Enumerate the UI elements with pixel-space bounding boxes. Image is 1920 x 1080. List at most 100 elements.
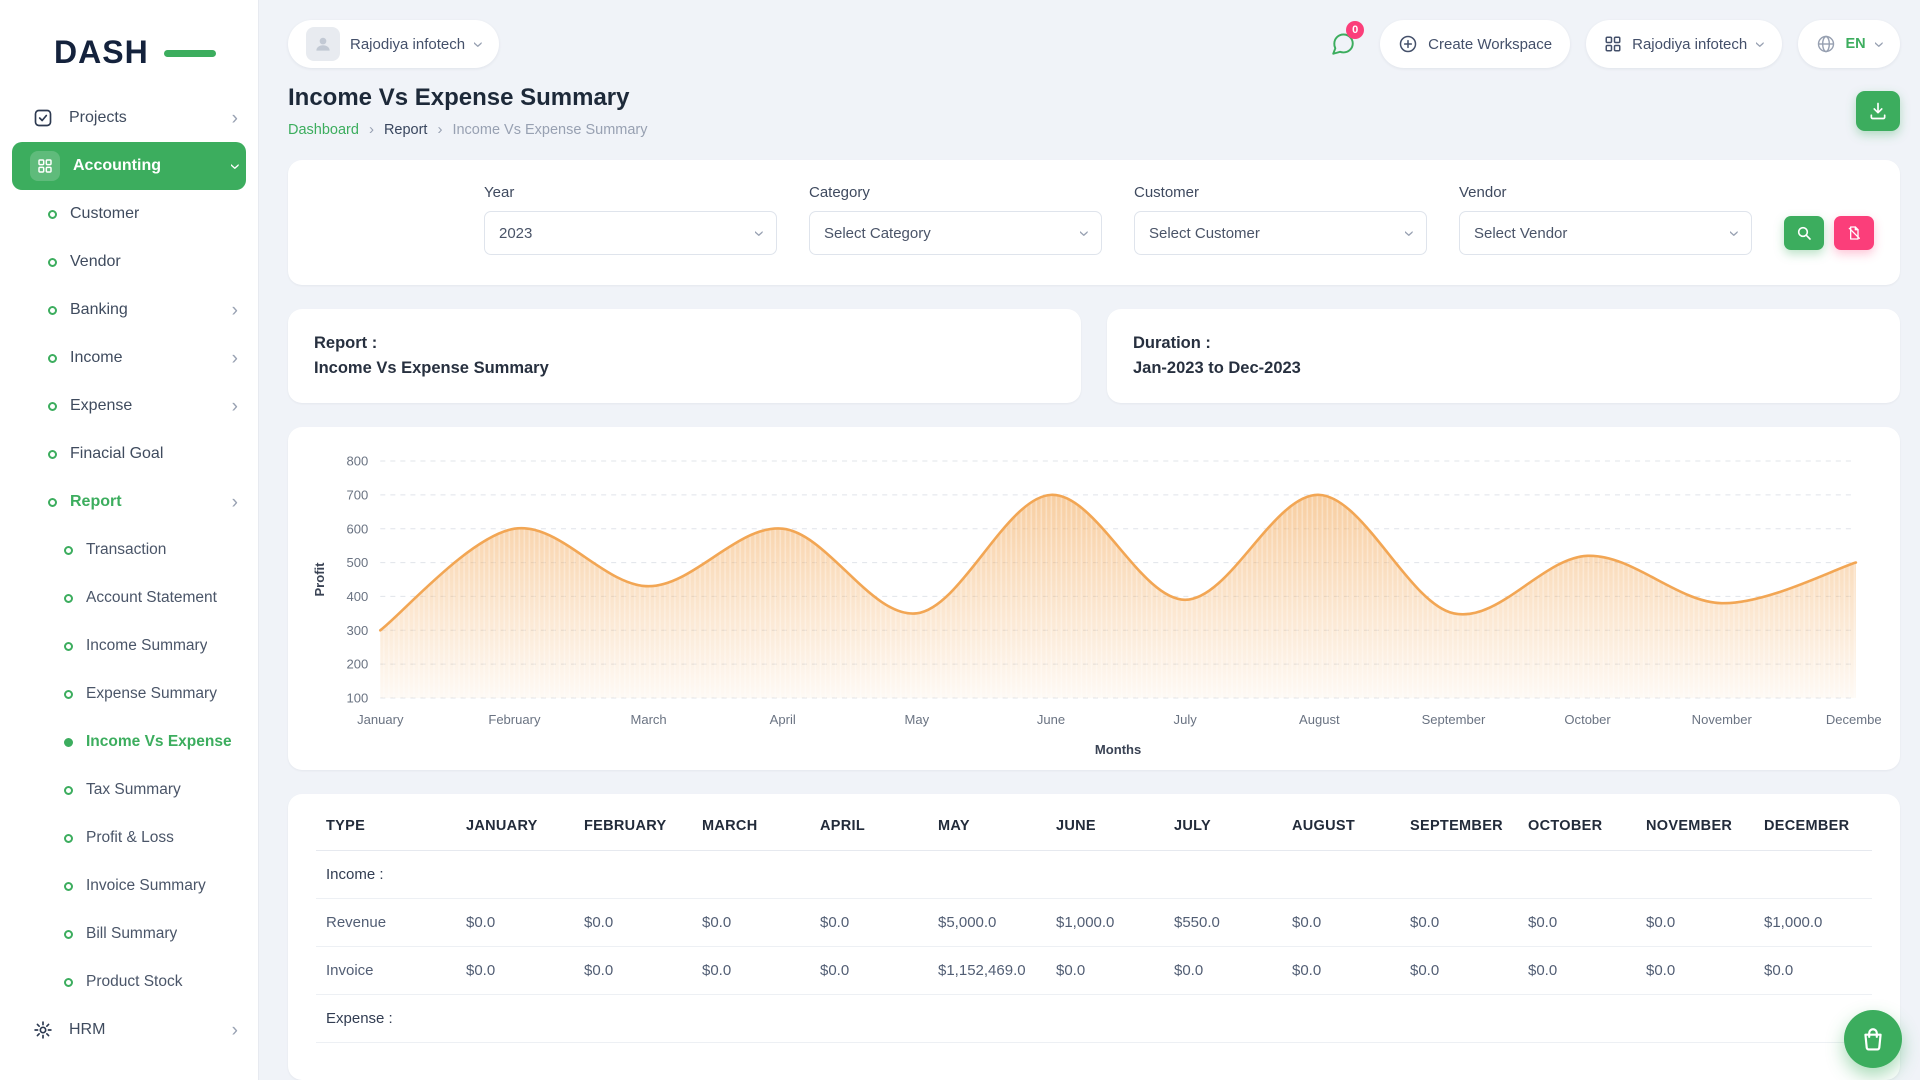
category-select[interactable]: Select Category › — [809, 211, 1102, 255]
column-header: FEBRUARY — [574, 800, 692, 851]
sidebar-item-income-summary[interactable]: Income Summary — [12, 622, 246, 670]
chevron-right-icon: › — [232, 397, 238, 416]
sidebar-item-label: Customer — [70, 205, 139, 223]
accounting-icon — [30, 151, 60, 181]
sidebar-item-banking[interactable]: Banking › — [12, 286, 246, 334]
sidebar-item-bill-summary[interactable]: Bill Summary — [12, 910, 246, 958]
filter-actions — [1784, 216, 1874, 250]
bullet-icon — [48, 354, 57, 363]
sidebar-item-label: Profit & Loss — [86, 829, 174, 847]
topbar: Rajodiya infotech › 0 Create Workspace R… — [288, 20, 1900, 68]
brand-dash-accent — [164, 50, 216, 57]
account-name: Rajodiya infotech — [1632, 36, 1747, 53]
sidebar-item-product-stock[interactable]: Product Stock — [12, 958, 246, 1006]
chevron-right-icon: › — [232, 109, 238, 128]
customer-filter: Customer Select Customer › — [1134, 184, 1427, 255]
chevron-down-icon: › — [1869, 41, 1888, 47]
vendor-select[interactable]: Select Vendor › — [1459, 211, 1752, 255]
column-header: MARCH — [692, 800, 810, 851]
chevron-right-icon: › — [232, 493, 238, 512]
svg-text:April: April — [770, 712, 796, 727]
sidebar-item-label: Income Summary — [86, 637, 207, 655]
sidebar-item-projects[interactable]: Projects › — [12, 94, 246, 142]
sidebar-item-customer[interactable]: Customer — [12, 190, 246, 238]
cell: $0.0 — [1282, 898, 1400, 946]
vendor-label: Vendor — [1459, 184, 1752, 201]
cell: $0.0 — [1518, 898, 1636, 946]
apply-filter-button[interactable] — [1784, 216, 1824, 250]
table-header-row: TYPE JANUARY FEBRUARY MARCH APRIL MAY JU… — [316, 800, 1872, 851]
messages-button[interactable]: 0 — [1322, 23, 1364, 65]
summary-cards-row: Report : Income Vs Expense Summary Durat… — [288, 309, 1900, 403]
svg-text:100: 100 — [346, 690, 368, 705]
floating-purchase-button[interactable] — [1844, 1010, 1902, 1068]
sidebar-item-expense-summary[interactable]: Expense Summary — [12, 670, 246, 718]
svg-text:July: July — [1174, 712, 1198, 727]
sidebar-item-accounting[interactable]: Accounting › — [12, 142, 246, 190]
cell: $550.0 — [1164, 898, 1282, 946]
sidebar-item-income-vs-expense[interactable]: Income Vs Expense — [12, 718, 246, 766]
column-header: OCTOBER — [1518, 800, 1636, 851]
chevron-right-icon: › — [232, 301, 238, 320]
svg-text:400: 400 — [346, 588, 368, 603]
vendor-select-value: Select Vendor — [1474, 225, 1567, 242]
customer-select-value: Select Customer — [1149, 225, 1260, 242]
year-select-value: 2023 — [499, 225, 532, 242]
breadcrumb-report[interactable]: Report — [384, 122, 428, 138]
cell: $0.0 — [810, 898, 928, 946]
reset-filter-button[interactable] — [1834, 216, 1874, 250]
chevron-right-icon: › — [369, 121, 374, 138]
section-label: Income : — [316, 850, 1872, 898]
sidebar-item-label: HRM — [69, 1021, 105, 1039]
cell: $0.0 — [1046, 946, 1164, 994]
income-expense-table-card: TYPE JANUARY FEBRUARY MARCH APRIL MAY JU… — [288, 794, 1900, 1080]
language-selector[interactable]: EN › — [1798, 20, 1900, 68]
sidebar-item-transaction[interactable]: Transaction — [12, 526, 246, 574]
sidebar-item-tax-summary[interactable]: Tax Summary — [12, 766, 246, 814]
svg-text:800: 800 — [346, 453, 368, 468]
sidebar-item-invoice-summary[interactable]: Invoice Summary — [12, 862, 246, 910]
row-label: Revenue — [316, 898, 456, 946]
breadcrumb-dashboard[interactable]: Dashboard — [288, 122, 359, 138]
duration-card-value: Jan-2023 to Dec-2023 — [1133, 356, 1874, 381]
sidebar-item-report[interactable]: Report › — [12, 478, 246, 526]
account-selector[interactable]: Rajodiya infotech › — [1586, 20, 1781, 68]
profit-chart-card: 100200300400500600700800JanuaryFebruaryM… — [288, 427, 1900, 770]
cell: $0.0 — [574, 946, 692, 994]
page-title: Income Vs Expense Summary — [288, 84, 648, 112]
sidebar-item-vendor[interactable]: Vendor — [12, 238, 246, 286]
sidebar-item-label: Finacial Goal — [70, 445, 163, 463]
bullet-icon — [64, 546, 73, 555]
sidebar-item-expense[interactable]: Expense › — [12, 382, 246, 430]
brand-logo[interactable]: DASH — [12, 10, 246, 94]
sidebar-item-account-statement[interactable]: Account Statement — [12, 574, 246, 622]
sidebar-item-hrm[interactable]: HRM › — [12, 1006, 246, 1054]
bullet-icon — [48, 306, 57, 315]
column-header: NOVEMBER — [1636, 800, 1754, 851]
globe-icon — [1816, 34, 1836, 54]
customer-select[interactable]: Select Customer › — [1134, 211, 1427, 255]
sidebar-item-label: Account Statement — [86, 589, 217, 607]
svg-text:November: November — [1692, 712, 1753, 727]
topbar-actions: 0 Create Workspace Rajodiya infotech › — [1322, 20, 1900, 68]
bullet-icon — [64, 882, 73, 891]
year-select[interactable]: 2023 › — [484, 211, 777, 255]
column-header: MAY — [928, 800, 1046, 851]
table-section-row: Expense : — [316, 994, 1872, 1042]
workspace-selector[interactable]: Rajodiya infotech › — [288, 20, 499, 68]
sidebar-item-label: Vendor — [70, 253, 121, 271]
report-card-title: Report : — [314, 331, 1055, 356]
sidebar-item-income[interactable]: Income › — [12, 334, 246, 382]
svg-text:August: August — [1299, 712, 1340, 727]
create-workspace-button[interactable]: Create Workspace — [1380, 20, 1570, 68]
vendor-filter: Vendor Select Vendor › — [1459, 184, 1752, 255]
download-report-button[interactable] — [1856, 91, 1900, 131]
svg-text:Profit: Profit — [312, 561, 327, 596]
sidebar-item-profit-loss[interactable]: Profit & Loss — [12, 814, 246, 862]
chevron-down-icon: › — [469, 41, 488, 47]
sidebar-item-label: Income Vs Expense — [86, 733, 232, 751]
sidebar-item-label: Bill Summary — [86, 925, 177, 943]
bullet-icon — [64, 834, 73, 843]
sidebar-item-financial-goal[interactable]: Finacial Goal — [12, 430, 246, 478]
sidebar-item-label: Transaction — [86, 541, 166, 559]
